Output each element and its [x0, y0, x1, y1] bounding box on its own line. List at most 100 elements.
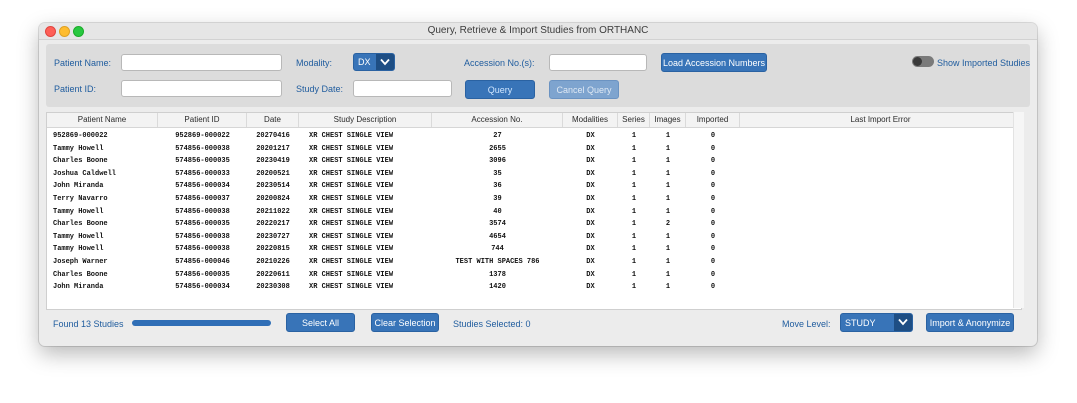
cell-patient-id: 574856-000035 — [175, 270, 230, 279]
cancel-query-button[interactable]: Cancel Query — [549, 80, 619, 99]
cell-images: 1 — [665, 232, 671, 241]
cell-last-import-error — [740, 130, 1021, 143]
study-date-label: Study Date: — [296, 84, 344, 94]
cell-images: 1 — [665, 245, 671, 254]
select-all-button[interactable]: Select All — [286, 313, 355, 332]
cell-patient-name: Tammy Howell — [53, 207, 104, 216]
cell-date: 20211022 — [256, 207, 290, 216]
move-level-select[interactable]: STUDY — [840, 313, 913, 332]
cell-modalities: DX — [586, 157, 595, 166]
table-scrollbar[interactable] — [1013, 112, 1024, 308]
col-series[interactable]: Series — [618, 113, 650, 127]
patient-name-input[interactable] — [121, 54, 282, 71]
table-row[interactable]: John Miranda 574856-000034 20230308 XR CHES… — [47, 281, 1021, 294]
cell-imported: 0 — [710, 207, 716, 216]
chevron-down-icon — [376, 54, 394, 70]
cell-patient-id: 574856-000033 — [175, 169, 230, 178]
cell-patient-name: Tammy Howell — [53, 245, 104, 254]
table-row[interactable]: John Miranda 574856-000034 20230514 XR CHES… — [47, 180, 1021, 193]
cell-imported: 0 — [710, 157, 716, 166]
show-imported-toggle[interactable] — [912, 56, 934, 67]
table-row[interactable]: Tammy Howell 574856-000038 20230727 XR CHES… — [47, 231, 1021, 244]
cell-images: 1 — [665, 157, 671, 166]
col-last-import-error[interactable]: Last Import Error — [740, 113, 1021, 127]
col-patient-name[interactable]: Patient Name — [47, 113, 158, 127]
col-date[interactable]: Date — [247, 113, 299, 127]
cell-series: 1 — [631, 232, 637, 241]
cell-last-import-error — [740, 243, 1021, 256]
cell-modalities: DX — [586, 182, 595, 191]
cell-study-description: XR CHEST SINGLE VIEW — [309, 182, 394, 191]
cell-study-description: XR CHEST SINGLE VIEW — [309, 258, 394, 266]
table-row[interactable]: Tammy Howell 574856-000038 20220815 XR CHES… — [47, 243, 1021, 256]
cell-modalities: DX — [586, 169, 595, 178]
progress-bar — [132, 320, 271, 326]
cell-last-import-error — [740, 155, 1021, 168]
cell-last-import-error — [740, 256, 1021, 269]
cell-series: 1 — [631, 169, 637, 178]
cell-patient-name: 952869-000022 — [53, 132, 108, 140]
cell-imported: 0 — [710, 232, 716, 241]
cell-patient-name: Terry Navarro — [53, 195, 108, 203]
table-row[interactable]: 952869-000022 952869-000022 20270416 XR CHE… — [47, 130, 1021, 143]
cell-date: 20220611 — [256, 270, 290, 279]
cell-images: 1 — [665, 283, 671, 292]
move-level-value: STUDY — [845, 318, 876, 328]
cell-accession: 36 — [493, 182, 502, 191]
patient-id-input[interactable] — [121, 80, 282, 97]
cell-patient-id: 574856-000038 — [175, 207, 230, 216]
cell-images: 1 — [665, 144, 671, 153]
table-row[interactable]: Terry Navarro 574856-000037 20200824 XR CHE… — [47, 193, 1021, 206]
cell-imported: 0 — [710, 258, 716, 266]
table-row[interactable]: Tammy Howell 574856-000038 20211022 XR CHES… — [47, 206, 1021, 219]
cell-modalities: DX — [586, 195, 595, 203]
cell-patient-name: Tammy Howell — [53, 232, 104, 241]
cell-study-description: XR CHEST SINGLE VIEW — [309, 207, 394, 216]
cell-study-description: XR CHEST SINGLE VIEW — [309, 270, 394, 279]
table-header: Patient Name Patient ID Date Study Descr… — [47, 113, 1021, 128]
table-row[interactable]: Joshua Caldwell 574856-000033 20200521 XR C… — [47, 168, 1021, 181]
col-modalities[interactable]: Modalities — [563, 113, 618, 127]
patient-id-label: Patient ID: — [54, 84, 97, 94]
study-date-input[interactable] — [353, 80, 452, 97]
table-row[interactable]: Charles Boone 574856-000035 20220217 XR CHE… — [47, 218, 1021, 231]
cell-date: 20200521 — [256, 169, 290, 178]
cell-last-import-error — [740, 143, 1021, 156]
query-button[interactable]: Query — [465, 80, 535, 99]
cell-patient-name: Joshua Caldwell — [53, 169, 117, 178]
table-row[interactable]: Charles Boone 574856-000035 20230419 XR CHE… — [47, 155, 1021, 168]
col-imported[interactable]: Imported — [686, 113, 740, 127]
cell-series: 1 — [631, 157, 637, 166]
accession-input[interactable] — [549, 54, 647, 71]
cell-accession: 744 — [491, 245, 504, 254]
query-retrieve-window: Query, Retrieve & Import Studies from OR… — [39, 23, 1037, 346]
load-accession-button[interactable]: Load Accession Numbers — [661, 53, 767, 72]
clear-selection-button[interactable]: Clear Selection — [371, 313, 439, 332]
studies-selected-text: Studies Selected: 0 — [453, 319, 531, 329]
table-row[interactable]: Charles Boone 574856-000035 20220611 XR CHE… — [47, 269, 1021, 282]
table-row[interactable]: Tammy Howell 574856-000038 20201217 XR CHES… — [47, 143, 1021, 156]
modality-label: Modality: — [296, 58, 333, 68]
modality-select[interactable]: DX — [353, 53, 395, 71]
table-row[interactable]: Joseph Warner 574856-000046 20210226 XR CHE… — [47, 256, 1021, 269]
chevron-down-icon — [894, 314, 912, 331]
cell-date: 20230727 — [256, 232, 290, 241]
cell-modalities: DX — [586, 270, 595, 279]
col-accession[interactable]: Accession No. — [432, 113, 563, 127]
cell-study-description: XR CHEST SINGLE VIEW — [309, 283, 394, 292]
cell-images: 1 — [665, 270, 671, 279]
cell-imported: 0 — [710, 270, 716, 279]
title-bar: Query, Retrieve & Import Studies from OR… — [39, 23, 1037, 40]
cell-series: 1 — [631, 258, 637, 266]
col-patient-id[interactable]: Patient ID — [158, 113, 247, 127]
cell-patient-name: Charles Boone — [53, 220, 108, 229]
col-study-description[interactable]: Study Description — [299, 113, 432, 127]
cell-imported: 0 — [710, 220, 716, 229]
col-images[interactable]: Images — [650, 113, 686, 127]
import-anonymize-button[interactable]: Import & Anonymize — [926, 313, 1014, 332]
cell-series: 1 — [631, 270, 637, 279]
cell-date: 20200824 — [256, 195, 290, 203]
cell-date: 20210226 — [256, 258, 290, 266]
cell-study-description: XR CHEST SINGLE VIEW — [309, 245, 394, 254]
cell-images: 1 — [665, 258, 671, 266]
